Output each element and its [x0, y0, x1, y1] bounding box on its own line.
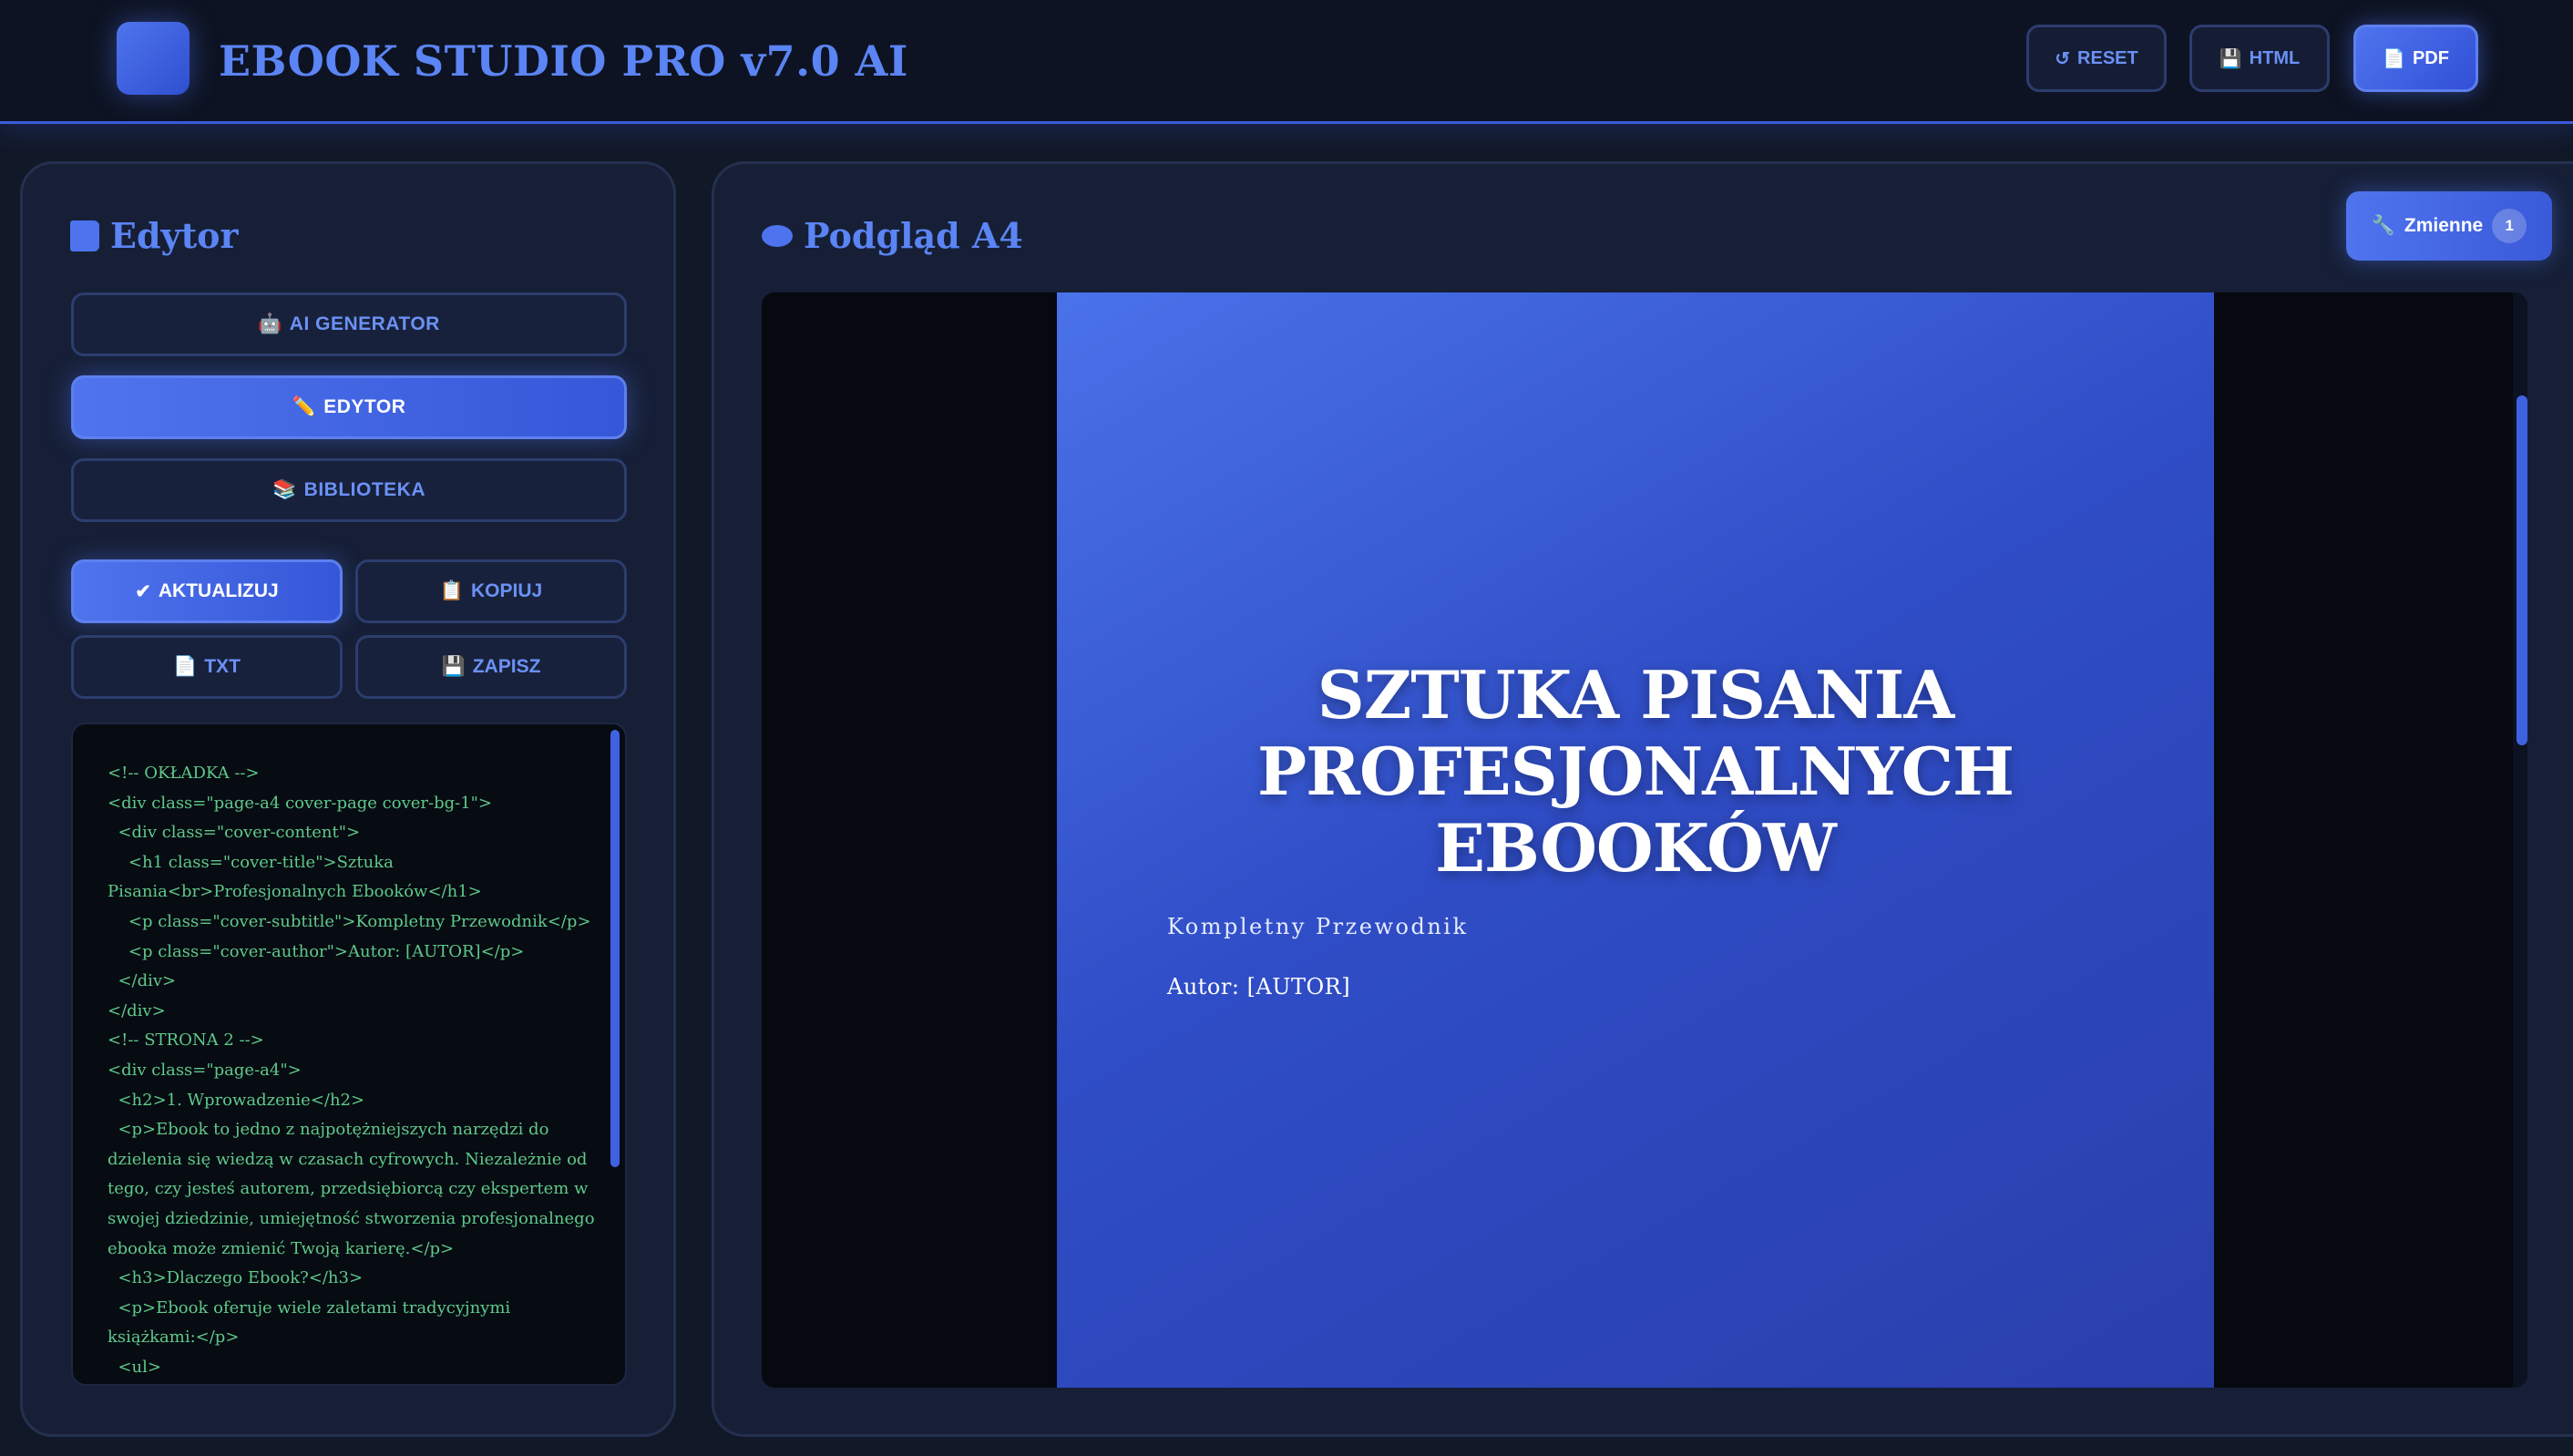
reset-button[interactable]: ↺ RESET — [2026, 25, 2167, 92]
ai-generator-tab[interactable]: 🤖 AI GENERATOR — [71, 292, 627, 356]
variables-count-badge: 1 — [2492, 209, 2527, 243]
preview-stage: SZTUKA PISANIA PROFESJONALNYCH EBOOKÓW K… — [762, 292, 2527, 1388]
code-content[interactable]: <!-- OKŁADKA --> <div class="page-a4 cov… — [108, 759, 600, 1382]
wrench-icon: 🔧 — [2371, 215, 2395, 236]
floppy-disk-icon: 💾 — [2219, 48, 2242, 69]
app-header: EBOOK STUDIO PRO v7.0 AI ↺ RESET 💾 HTML … — [0, 0, 2573, 124]
html-code-editor[interactable]: <!-- OKŁADKA --> <div class="page-a4 cov… — [71, 723, 627, 1386]
variables-label: Zmienne — [2404, 215, 2484, 236]
pencil-icon: ✏️ — [292, 396, 317, 417]
copy-button[interactable]: 📋 KOPIUJ — [355, 559, 627, 623]
export-pdf-label: PDF — [2412, 47, 2449, 68]
clipboard-icon: 📋 — [439, 580, 464, 601]
code-scrollbar[interactable] — [610, 730, 620, 1167]
reset-icon: ↺ — [2055, 48, 2071, 69]
export-pdf-button[interactable]: 📄 PDF — [2353, 25, 2478, 92]
cover-title: SZTUKA PISANIA PROFESJONALNYCH EBOOKÓW — [1256, 656, 2014, 887]
ai-generator-label: AI GENERATOR — [289, 313, 440, 334]
floppy-disk-icon: 💾 — [441, 656, 466, 677]
app-title: EBOOK STUDIO PRO v7.0 AI — [219, 36, 908, 86]
editor-tab-label: EDYTOR — [323, 396, 406, 417]
editor-title: Edytor — [70, 215, 239, 256]
update-button[interactable]: ✔ AKTUALIZUJ — [71, 559, 343, 623]
preview-title: Podgląd A4 — [762, 215, 1023, 256]
library-tab[interactable]: 📚 BIBLIOTEKA — [71, 458, 627, 522]
book-icon — [70, 220, 99, 251]
export-html-label: HTML — [2249, 47, 2301, 68]
cover-page: SZTUKA PISANIA PROFESJONALNYCH EBOOKÓW K… — [1057, 292, 2214, 1388]
robot-icon: 🤖 — [258, 313, 282, 334]
checkmark-icon: ✔ — [135, 580, 151, 602]
cover-subtitle: Kompletny Przewodnik — [1167, 914, 1469, 939]
editor-panel: Edytor 🤖 AI GENERATOR ✏️ EDYTOR 📚 BIBLIO… — [20, 161, 676, 1437]
cover-author: Autor: [AUTOR] — [1167, 974, 1351, 1000]
reset-label: RESET — [2077, 47, 2138, 68]
export-txt-button[interactable]: 📄 TXT — [71, 635, 343, 699]
save-button[interactable]: 💾 ZAPISZ — [355, 635, 627, 699]
editor-tab[interactable]: ✏️ EDYTOR — [71, 375, 627, 439]
export-txt-label: TXT — [204, 656, 241, 677]
preview-panel: Podgląd A4 🔧 Zmienne 1 SZTUKA PISANIA PR… — [712, 161, 2573, 1437]
variables-button[interactable]: 🔧 Zmienne 1 — [2346, 191, 2552, 261]
save-label: ZAPISZ — [472, 656, 541, 677]
library-tab-label: BIBLIOTEKA — [303, 479, 425, 500]
copy-label: KOPIUJ — [470, 580, 543, 601]
eye-icon — [762, 224, 793, 247]
editor-title-text: Edytor — [110, 215, 239, 256]
app-logo-icon — [117, 22, 190, 95]
document-icon: 📄 — [173, 656, 198, 677]
preview-scrollbar[interactable] — [2517, 395, 2527, 745]
preview-title-text: Podgląd A4 — [804, 215, 1023, 256]
books-icon: 📚 — [272, 479, 297, 500]
update-label: AKTUALIZUJ — [158, 580, 279, 601]
document-icon: 📄 — [2383, 48, 2405, 69]
export-html-button[interactable]: 💾 HTML — [2189, 25, 2330, 92]
